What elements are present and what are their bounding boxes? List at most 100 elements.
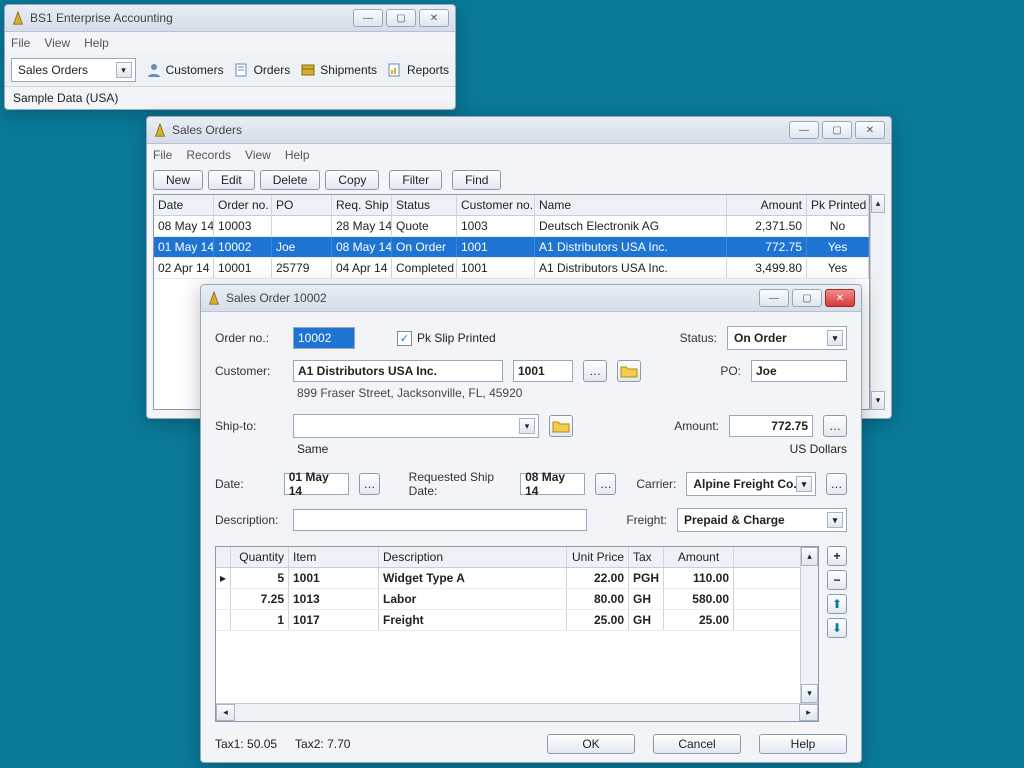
status-select[interactable]: On Order▾ [727,326,847,350]
close-button[interactable]: ✕ [419,9,449,27]
orders-button[interactable]: Orders [234,62,291,78]
grid-scrollbar-v[interactable]: ▴ ▾ [870,194,885,410]
reqship-picker-button[interactable]: … [595,473,616,495]
col-item[interactable]: Item [289,547,379,567]
main-titlebar[interactable]: BS1 Enterprise Accounting — ▢ ✕ [5,5,455,32]
menu-file[interactable]: File [153,148,172,162]
find-button[interactable]: Find [452,170,501,190]
col-date[interactable]: Date [154,195,214,215]
close-button[interactable]: ✕ [855,121,885,139]
col-pk[interactable]: Pk Printed [807,195,869,215]
customers-icon [146,62,162,78]
scroll-up-icon[interactable]: ▴ [871,194,885,213]
menu-records[interactable]: Records [186,148,231,162]
tax1-label: Tax1: 50.05 [215,737,277,751]
carrier-label: Carrier: [636,477,676,491]
shipto-same: Same [297,442,328,456]
scroll-up-icon[interactable]: ▴ [801,547,818,566]
move-down-button[interactable]: ⬇ [827,618,847,638]
main-title: BS1 Enterprise Accounting [30,11,353,25]
close-button[interactable]: ✕ [825,289,855,307]
table-row[interactable]: 02 Apr 14100012577904 Apr 14Completed100… [154,258,869,279]
col-desc[interactable]: Description [379,547,567,567]
shipto-folder-button[interactable] [549,415,573,437]
date-picker-button[interactable]: … [359,473,380,495]
orderno-field[interactable]: 10002 [293,327,355,349]
shipments-button[interactable]: Shipments [300,62,377,78]
reqship-label: Requested Ship Date: [409,470,510,498]
customer-lookup-button[interactable]: … [583,360,607,382]
shipto-select[interactable]: ▾ [293,414,539,438]
col-qty[interactable]: Quantity [231,547,289,567]
move-up-button[interactable]: ⬆ [827,594,847,614]
col-custno[interactable]: Customer no. [457,195,535,215]
freight-select[interactable]: Prepaid & Charge▾ [677,508,847,532]
new-button[interactable]: New [153,170,203,190]
pkslip-checkbox[interactable]: ✓ Pk Slip Printed [397,331,496,346]
col-orderno[interactable]: Order no. [214,195,272,215]
remove-line-button[interactable]: − [827,570,847,590]
tax2-label: Tax2: 7.70 [295,737,350,751]
table-row[interactable]: ▸51001Widget Type A22.00PGH110.00 [216,568,800,589]
maximize-button[interactable]: ▢ [792,289,822,307]
table-row[interactable]: 08 May 141000328 May 14Quote1003Deutsch … [154,216,869,237]
lines-scrollbar-h[interactable]: ◂ ▸ [216,703,818,721]
minimize-button[interactable]: — [789,121,819,139]
list-title: Sales Orders [172,123,789,137]
status-label: Status: [680,331,717,345]
scroll-right-icon[interactable]: ▸ [799,704,818,721]
col-name[interactable]: Name [535,195,727,215]
scroll-left-icon[interactable]: ◂ [216,704,235,721]
col-tax[interactable]: Tax [629,547,664,567]
menu-help[interactable]: Help [285,148,310,162]
table-row[interactable]: 01 May 1410002Joe08 May 14On Order1001A1… [154,237,869,258]
maximize-button[interactable]: ▢ [822,121,852,139]
order-titlebar[interactable]: Sales Order 10002 — ▢ ✕ [201,285,861,312]
freight-label: Freight: [626,513,667,527]
currency-label: US Dollars [790,442,847,456]
add-line-button[interactable]: + [827,546,847,566]
col-uprice[interactable]: Unit Price [567,547,629,567]
scroll-down-icon[interactable]: ▾ [801,684,818,703]
desc-field[interactable] [293,509,587,531]
minimize-button[interactable]: — [353,9,383,27]
menu-help[interactable]: Help [84,36,109,50]
lines-scrollbar-v[interactable]: ▴ ▾ [800,547,818,703]
col-po[interactable]: PO [272,195,332,215]
po-field[interactable]: Joe [751,360,847,382]
menu-file[interactable]: File [11,36,30,50]
customers-button[interactable]: Customers [146,62,224,78]
col-lineamount[interactable]: Amount [664,547,734,567]
scroll-down-icon[interactable]: ▾ [871,391,885,410]
folder-icon [620,364,638,378]
amount-detail-button[interactable]: … [823,415,847,437]
customer-no-field[interactable]: 1001 [513,360,573,382]
reqship-field[interactable]: 08 May 14 [520,473,585,495]
date-field[interactable]: 01 May 14 [284,473,349,495]
chevron-down-icon: ▾ [796,476,812,492]
customer-name-field[interactable]: A1 Distributors USA Inc. [293,360,503,382]
delete-button[interactable]: Delete [260,170,321,190]
col-reqship[interactable]: Req. Ship [332,195,392,215]
menu-view[interactable]: View [44,36,70,50]
edit-button[interactable]: Edit [208,170,255,190]
table-row[interactable]: 7.251013Labor80.00GH580.00 [216,589,800,610]
reports-button[interactable]: Reports [387,62,449,78]
maximize-button[interactable]: ▢ [386,9,416,27]
carrier-detail-button[interactable]: … [826,473,847,495]
menu-view[interactable]: View [245,148,271,162]
list-titlebar[interactable]: Sales Orders — ▢ ✕ [147,117,891,144]
lines-grid[interactable]: Quantity Item Description Unit Price Tax… [215,546,819,722]
table-row[interactable]: 11017Freight25.00GH25.00 [216,610,800,631]
copy-button[interactable]: Copy [325,170,379,190]
cancel-button[interactable]: Cancel [653,734,741,754]
filter-button[interactable]: Filter [389,170,442,190]
col-status[interactable]: Status [392,195,457,215]
carrier-select[interactable]: Alpine Freight Co.▾ [686,472,816,496]
nav-select[interactable]: Sales Orders ▾ [11,58,136,82]
customer-folder-button[interactable] [617,360,641,382]
ok-button[interactable]: OK [547,734,635,754]
minimize-button[interactable]: — [759,289,789,307]
col-amount[interactable]: Amount [727,195,807,215]
help-button[interactable]: Help [759,734,847,754]
